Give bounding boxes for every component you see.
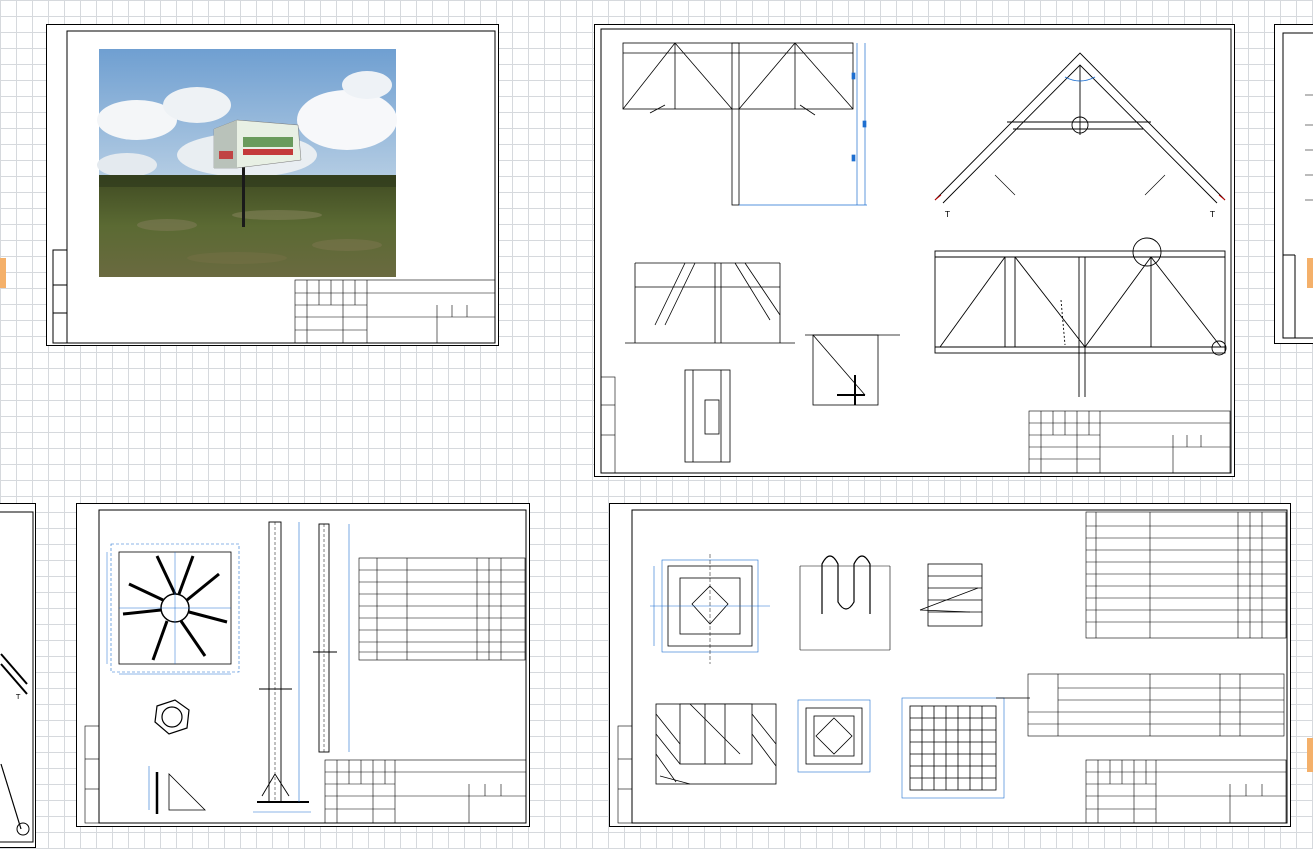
dimension-lines [739, 43, 867, 206]
node-detail-a [625, 262, 795, 344]
title-block [1028, 410, 1231, 474]
partial-sheet-right-top[interactable] [1274, 24, 1313, 344]
steel-summary-table [1027, 673, 1285, 737]
pipe-section [154, 699, 190, 735]
node-detail-c [805, 334, 900, 406]
sheet-edge-marker [0, 258, 6, 288]
partial-sheet-right-top-drawing [1282, 32, 1313, 339]
truss-sheet-drawing: T T [600, 28, 1232, 474]
billboard-elevation [622, 42, 854, 206]
specification-table [358, 557, 526, 661]
anchor-bolt-detail [799, 555, 891, 651]
partial-sheet-left-bottom[interactable]: T [0, 503, 36, 848]
svg-text:T: T [15, 693, 21, 701]
plate-detail [797, 699, 871, 773]
photo-sheet-drawing [52, 30, 496, 344]
base-plate-plan [106, 543, 240, 675]
foundation-section [655, 703, 777, 785]
svg-text:T: T [944, 210, 950, 219]
weld-detail [919, 563, 983, 627]
photo-sheet[interactable] [46, 24, 499, 346]
stiffener-detail [148, 766, 206, 814]
material-schedule [1085, 511, 1287, 639]
foundation-sheet-drawing [617, 509, 1288, 824]
sheet-edge-marker [1307, 738, 1313, 772]
truss-section: T T [934, 52, 1226, 219]
reinforcement-mesh [901, 697, 1030, 799]
foundation-sheet[interactable] [609, 503, 1291, 827]
title-block [1085, 759, 1287, 824]
svg-text:T: T [1209, 210, 1215, 219]
truss-sheet[interactable]: T T [594, 24, 1235, 477]
column-base-sheet-drawing [84, 509, 527, 824]
truss-elevation [934, 237, 1227, 397]
column-base-sheet[interactable] [76, 503, 530, 827]
dimension-lines [253, 522, 350, 813]
sheet-edge-marker [1307, 258, 1313, 288]
title-block [324, 759, 527, 824]
title-block [294, 279, 496, 344]
site-photograph [97, 49, 397, 277]
foundation-plan [650, 554, 770, 664]
partial-sheet-left-bottom-drawing: T [0, 511, 34, 843]
node-detail-b [684, 369, 731, 463]
